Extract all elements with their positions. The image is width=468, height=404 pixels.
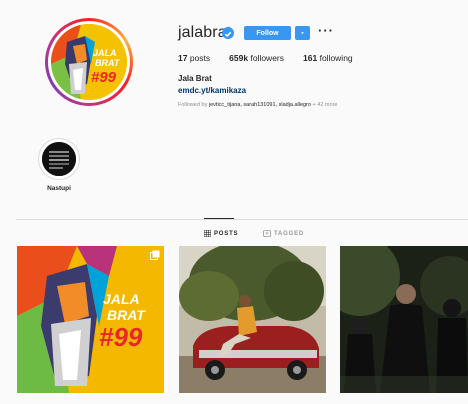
story-highlight[interactable] [38,138,80,180]
multiple-posts-icon [150,250,160,260]
svg-text:#99: #99 [91,69,117,86]
post-image: JALA BRAT #99 [17,246,164,393]
posts-stat: 17 posts [178,53,211,63]
post-thumbnail[interactable] [340,246,468,393]
svg-text:JALA: JALA [93,48,117,58]
tab-tagged[interactable]: TAGGED [263,230,304,237]
follow-button[interactable]: Follow [244,26,291,40]
svg-text:#99: #99 [99,322,143,352]
suggestions-dropdown-button[interactable] [295,26,310,40]
post-image [340,246,468,393]
highlight-label: Nastupi [47,185,71,192]
post-thumbnail[interactable]: JALA BRAT #99 [17,246,164,393]
tabs-divider [16,219,468,220]
profile-link[interactable]: emdc.yt/kamikaza [178,86,246,95]
profile-stats: 17 posts 659k followers 161 following [178,53,353,63]
followers-stat[interactable]: 659k followers [229,53,284,63]
highlight-cover-image [42,142,76,176]
svg-text:BRAT: BRAT [95,58,121,68]
more-options-button[interactable]: ··· [318,23,334,38]
verified-badge-icon [222,27,234,39]
tag-icon [263,230,271,237]
following-stat[interactable]: 161 following [303,53,353,63]
post-image [179,246,326,393]
tab-posts[interactable]: POSTS [204,230,238,237]
active-tab-indicator [204,218,234,219]
profile-full-name: Jala Brat [178,74,212,83]
svg-text:JALA: JALA [103,291,140,307]
svg-text:BRAT: BRAT [107,307,146,323]
avatar-image: JALA BRAT #99 [51,24,127,100]
grid-icon [204,230,211,237]
chevron-down-icon [301,31,304,34]
post-thumbnail[interactable] [179,246,326,393]
profile-avatar[interactable]: JALA BRAT #99 [45,18,133,106]
followed-by-text[interactable]: Followed by jevticc_tijana, sarah131091,… [178,102,337,108]
